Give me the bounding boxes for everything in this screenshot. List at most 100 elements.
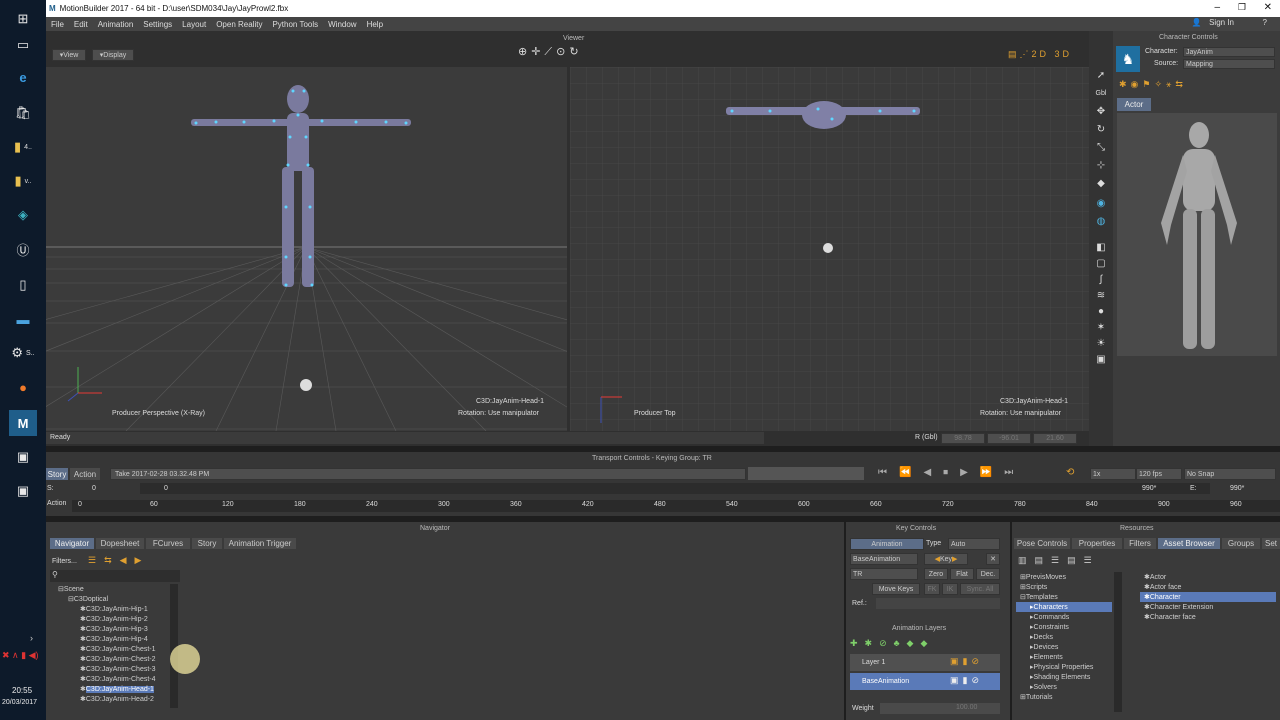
menu-animation[interactable]: Animation — [93, 20, 139, 29]
tab-dopesheet[interactable]: Dopesheet — [96, 538, 144, 549]
sync-all-button[interactable]: Sync. All — [960, 583, 1000, 595]
unreal-icon[interactable]: Ⓤ — [9, 236, 37, 262]
pivot-icon[interactable]: ⊹ — [1095, 159, 1107, 171]
snap-icon[interactable]: ◉ — [1095, 197, 1107, 209]
tree-item[interactable]: ⊟ Templates — [1016, 592, 1058, 602]
manipulator-toolbar[interactable]: ⊕✛⟋⊙↻ — [518, 45, 583, 59]
filters-label[interactable]: Filters... — [52, 558, 77, 565]
tab-animation-trigger[interactable]: Animation Trigger — [224, 538, 296, 549]
store-icon[interactable]: 🛍 — [9, 100, 37, 126]
delete-key-icon[interactable]: ✕ — [986, 553, 1000, 565]
camera-icon[interactable]: ▣ — [1095, 353, 1107, 365]
lock-icon[interactable]: ◍ — [1095, 215, 1107, 227]
tab-filters[interactable]: Filters — [1124, 538, 1156, 549]
play-range-bar[interactable] — [748, 467, 864, 480]
menu-window[interactable]: Window — [323, 20, 361, 29]
layer-row[interactable]: Layer 1 ▣▮⊘ — [850, 654, 1000, 671]
navigator-toolbar[interactable]: ☰⇆◀▶ — [88, 555, 149, 566]
asset-item[interactable]: ✱ Actor face — [1140, 582, 1181, 592]
menu-file[interactable]: File — [46, 20, 69, 29]
tab-pose-controls[interactable]: Pose Controls — [1014, 538, 1070, 549]
coord-y-field[interactable]: -96.01 — [987, 433, 1031, 444]
character-select[interactable]: JayAnim — [1183, 47, 1275, 57]
global-toggle[interactable]: Gbl — [1095, 87, 1107, 99]
motionbuilder-icon[interactable]: M — [9, 410, 37, 436]
resources-toolbar[interactable]: ▥▤☰▤☰ — [1018, 555, 1100, 566]
tree-item-selected[interactable]: ▸ Characters — [1016, 602, 1112, 612]
viewer-toolbar-right[interactable]: ▤⋰2D 3D — [1008, 49, 1072, 60]
view-button[interactable]: ▾ View — [52, 49, 86, 61]
tree-item-selected[interactable]: ✱ C3D:JayAnim-Head-1 — [50, 684, 154, 694]
scale-icon[interactable]: ⤡ — [1095, 141, 1107, 153]
take-select[interactable]: Take 2017-02-28 03.32.48 PM — [110, 468, 746, 480]
source-select[interactable]: Mapping — [1183, 59, 1275, 69]
menu-help[interactable]: Help — [362, 20, 388, 29]
character-toolbar[interactable]: ✱◉⚑✧⚹⇆ — [1119, 79, 1187, 90]
menu-settings[interactable]: Settings — [138, 20, 177, 29]
coord-x-field[interactable]: 98.78 — [941, 433, 985, 444]
close-icon[interactable]: ✕ — [1264, 2, 1272, 13]
menu-open-reality[interactable]: Open Reality — [211, 20, 267, 29]
tree-item[interactable]: ⊞ PrevisMoves — [1016, 572, 1066, 582]
tab-groups[interactable]: Groups — [1222, 538, 1260, 549]
tree-item[interactable]: ⊞ Tutorials — [1016, 692, 1052, 702]
task-view-icon[interactable]: ▭ — [9, 32, 37, 58]
actor-tab[interactable]: Actor — [1117, 98, 1151, 111]
animation-button[interactable]: Animation — [850, 538, 924, 550]
playback-buttons[interactable]: ⏮⏪◀⏹▶⏩⏭ — [878, 467, 1025, 478]
menu-python-tools[interactable]: Python Tools — [267, 20, 323, 29]
folder-icon[interactable]: ▮ v.. — [9, 168, 37, 194]
layers-icon[interactable]: ≋ — [1095, 289, 1107, 301]
display-button[interactable]: ▾ Display — [92, 49, 134, 61]
tree-item[interactable]: ▸ Solvers — [1016, 682, 1057, 692]
document-icon[interactable]: ▯ — [9, 272, 37, 298]
asset-item[interactable]: ✱ Character Extension — [1140, 602, 1213, 612]
tray-icons[interactable]: ✖ ∧ ▮ ◀) — [2, 650, 39, 661]
view-cube-icon[interactable]: ◧ — [1095, 241, 1107, 253]
tree-item[interactable]: ▸ Decks — [1016, 632, 1053, 642]
tree-item[interactable]: ⊟ C3Doptical — [50, 594, 108, 604]
time-slider[interactable] — [140, 483, 1210, 494]
tree-item[interactable]: ✱ C3D:JayAnim-Hip-1 — [50, 604, 148, 614]
layer-toolbar[interactable]: ✚✱⊘♣◆◆ — [850, 638, 934, 649]
layer-select[interactable]: BaseAnimation — [850, 553, 918, 565]
key-button[interactable]: ◀ Key ▶ — [924, 553, 968, 565]
zero-button[interactable]: Zero — [924, 568, 948, 580]
resources-tree[interactable]: ⊞ PrevisMoves ⊞ Scripts ⊟ Templates ▸ Ch… — [1016, 572, 1114, 718]
tree-item[interactable]: ▸ Shading Elements — [1016, 672, 1090, 682]
tab-properties[interactable]: Properties — [1072, 538, 1122, 549]
tree-item[interactable]: ▸ Commands — [1016, 612, 1069, 622]
tab-set[interactable]: Set — [1262, 538, 1280, 549]
frame-icon[interactable]: ▢ — [1095, 257, 1107, 269]
tree-item[interactable]: ✱ C3D:JayAnim-Chest-1 — [50, 644, 156, 654]
help-icon[interactable]: ? — [1258, 18, 1272, 27]
asset-item[interactable]: ✱ Actor — [1140, 572, 1166, 582]
window-icon[interactable]: ▣ — [9, 444, 37, 470]
tree-item[interactable]: ✱ C3D:JayAnim-Chest-4 — [50, 674, 156, 684]
tab-asset-browser[interactable]: Asset Browser — [1158, 538, 1220, 549]
loop-icon[interactable]: ⟲ — [1066, 467, 1074, 478]
move-keys-button[interactable]: Move Keys — [872, 583, 920, 595]
tree-item[interactable]: ✱ C3D:JayAnim-Hip-3 — [50, 624, 148, 634]
base-layer-row[interactable]: BaseAnimation ▣▮⊘ — [850, 673, 1000, 690]
tab-navigator[interactable]: Navigator — [50, 538, 94, 549]
camera-interest-icon[interactable] — [300, 379, 312, 391]
character-icon[interactable]: ♞ — [1116, 46, 1140, 72]
tab-fcurves[interactable]: FCurves — [146, 538, 190, 549]
tree-item[interactable]: ✱ C3D:JayAnim-Hip-4 — [50, 634, 148, 644]
tree-item[interactable]: ✱ C3D:JayAnim-Head-2 — [50, 694, 154, 704]
window-icon[interactable]: ▣ — [9, 478, 37, 504]
tree-item[interactable]: ▸ Elements — [1016, 652, 1063, 662]
fk-button[interactable]: FK — [924, 583, 940, 595]
sign-in-link[interactable]: 👤 Sign In — [1187, 18, 1244, 27]
edge-icon[interactable]: e — [9, 64, 37, 90]
tree-item-scene[interactable]: ⊟ Scene — [50, 584, 84, 594]
story-tab[interactable]: Story — [46, 468, 68, 480]
coord-z-field[interactable]: 21.60 — [1033, 433, 1077, 444]
dec-button[interactable]: Dec. — [976, 568, 1000, 580]
asset-item[interactable]: ✱ Character face — [1140, 612, 1196, 622]
tab-story[interactable]: Story — [192, 538, 222, 549]
speed-select[interactable]: 1x — [1090, 468, 1136, 480]
ik-button[interactable]: IK — [942, 583, 958, 595]
firefox-icon[interactable]: ● — [9, 374, 37, 400]
